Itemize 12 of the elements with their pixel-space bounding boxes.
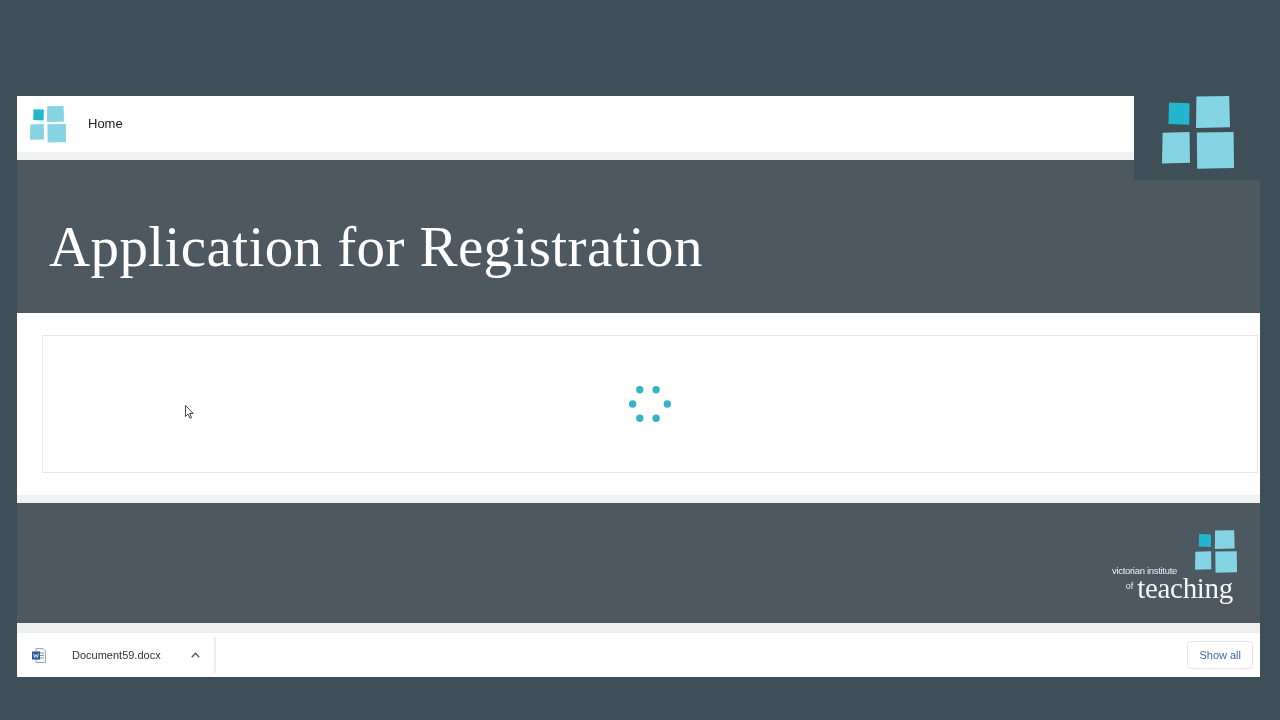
page-title: Application for Registration (49, 214, 703, 281)
logo-icon (1195, 528, 1237, 575)
logo-prefix: of (1125, 582, 1134, 592)
home-link[interactable]: Home (88, 114, 123, 134)
chevron-up-icon[interactable] (190, 652, 200, 658)
document-icon (32, 647, 46, 663)
mouse-pointer-icon (185, 405, 194, 419)
logo-icon (1162, 96, 1234, 169)
logo-wordmark: teaching (1137, 575, 1233, 602)
show-all-button[interactable]: Show all (1187, 640, 1253, 670)
download-item[interactable]: Document59.docx (32, 646, 161, 664)
logo-tagline: victorian institute (1111, 565, 1177, 575)
